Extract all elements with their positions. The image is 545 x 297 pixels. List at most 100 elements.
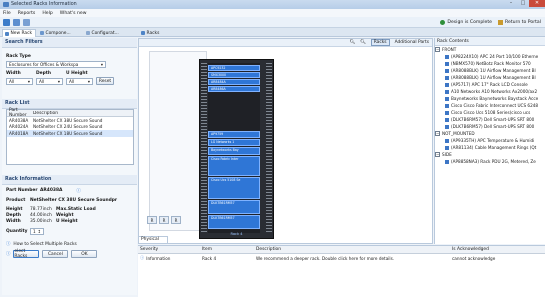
quantity-stepper[interactable]: 1 ↕ bbox=[30, 228, 44, 235]
rack-type-select[interactable]: Enclosures for Offices & Workspa ▾ bbox=[6, 61, 106, 68]
additional-parts-button[interactable]: Additional Parts bbox=[395, 40, 429, 45]
zoom-out-icon[interactable]: 🔍︎ bbox=[350, 40, 356, 45]
return-to-portal-button[interactable]: Return to Portal bbox=[498, 20, 541, 25]
app-window: Selected Racks Information – □ ✕ File Re… bbox=[0, 0, 545, 297]
zoom-in-icon[interactable]: 🔍︎ bbox=[360, 40, 366, 45]
depth-label: Depth bbox=[36, 71, 51, 76]
gear-icon bbox=[86, 31, 90, 35]
col-part-number[interactable]: Part Number bbox=[7, 108, 33, 118]
menu-whats-new[interactable]: What's new bbox=[60, 11, 87, 16]
tree-item[interactable]: (NBMX570) NetBotz Rack Monitor 570 bbox=[435, 60, 545, 67]
tab-racks[interactable]: Racks bbox=[139, 29, 167, 37]
device-icon bbox=[445, 145, 449, 150]
table-row[interactable]: AR4038A NetShelter CX 38U Secure Sound bbox=[7, 117, 133, 124]
device-icon bbox=[445, 54, 449, 59]
col-description[interactable]: Description bbox=[256, 247, 452, 252]
col-acknowledged[interactable]: Is Acknowledged bbox=[452, 247, 545, 252]
rack-thumb-button[interactable]: R bbox=[159, 216, 169, 224]
racks-icon bbox=[141, 31, 145, 35]
col-item[interactable]: Item bbox=[202, 247, 256, 252]
depth-select[interactable]: All ▾ bbox=[36, 77, 63, 85]
tree-item[interactable]: (AP8224X10) APC 24 Port 10/100 Etherne bbox=[435, 53, 545, 60]
reset-button[interactable]: Reset bbox=[96, 77, 114, 85]
close-icon[interactable]: ✕ bbox=[529, 0, 545, 7]
save-icon[interactable] bbox=[13, 18, 20, 26]
menu-bar: File Reports Help What's new bbox=[0, 9, 545, 17]
rack-slot[interactable]: Cisco Ucs 5108 Se bbox=[208, 177, 260, 199]
refresh-icon[interactable] bbox=[3, 18, 10, 26]
rack-contents-panel: Rack Contents − FRONT (AP8224X10) APC 24… bbox=[434, 38, 545, 244]
collapse-icon[interactable]: − bbox=[435, 152, 440, 157]
rack-thumb-button[interactable]: R bbox=[147, 216, 157, 224]
tab-components[interactable]: Compone... bbox=[38, 29, 82, 37]
spinner-icon: ↕ bbox=[37, 229, 41, 234]
maximize-icon[interactable]: □ bbox=[517, 0, 529, 7]
width-label: Width bbox=[6, 71, 21, 76]
rack-slot[interactable]: Baynetworks Bay bbox=[208, 147, 260, 155]
info-icon[interactable]: ⓘ bbox=[76, 188, 80, 194]
racks-view-button[interactable]: Racks bbox=[370, 39, 390, 46]
tree-group-front[interactable]: − FRONT bbox=[435, 46, 545, 53]
select-racks-button[interactable]: elect Racks bbox=[13, 249, 40, 259]
device-icon bbox=[445, 117, 449, 122]
tab-new-rack[interactable]: New Rack bbox=[2, 29, 36, 37]
ok-button[interactable]: OK bbox=[71, 250, 98, 258]
tree-item[interactable]: Baynetworks Baynetworks Baystack Acce bbox=[435, 95, 545, 102]
tree-item[interactable]: (DLK7B6RM57) Dell Smart-UPS SRT 800 bbox=[435, 123, 545, 130]
tree-item[interactable]: (AP8858NA3) Rack PDU 2G, Metered, Ze bbox=[435, 158, 545, 165]
menu-reports[interactable]: Reports bbox=[18, 11, 36, 16]
table-row[interactable]: AR4024A NetShelter CX 24U Secure Sound bbox=[7, 124, 133, 131]
rack-slot[interactable]: DLK7B61RM57 bbox=[208, 200, 260, 214]
tab-physical[interactable]: Physical bbox=[138, 236, 168, 244]
device-icon bbox=[445, 110, 449, 115]
tree-item[interactable]: (AP9335TH) APC Temperature & Humidi bbox=[435, 137, 545, 144]
rack-slot[interactable]: AR8484A bbox=[208, 79, 260, 85]
help-link[interactable]: ⓘ How to Select Multiple Racks bbox=[6, 241, 133, 248]
col-severity[interactable]: Severity bbox=[138, 247, 202, 252]
chevron-down-icon: ▾ bbox=[57, 78, 60, 84]
rack-slot[interactable]: LG Networks 1 bbox=[208, 139, 260, 146]
tree-item[interactable]: Cisco Cisco Ucs 5108 Series(cisco ucs bbox=[435, 109, 545, 116]
app-icon bbox=[3, 2, 9, 7]
collapse-icon[interactable]: − bbox=[435, 131, 440, 136]
rack-slot[interactable]: SMX3000 bbox=[208, 72, 260, 78]
tree-item[interactable]: (AP5717) APC 17" Rack LCD Console bbox=[435, 81, 545, 88]
tree-group-not-mounted[interactable]: − NOT_MOUNTED bbox=[435, 130, 545, 137]
width-select[interactable]: All ▾ bbox=[6, 77, 33, 85]
tab-configuration[interactable]: Configurat... bbox=[84, 29, 134, 37]
rack-thumb-button[interactable]: R bbox=[171, 216, 181, 224]
table-row[interactable]: AR4018A NetShelter CX 18U Secure Sound bbox=[7, 130, 133, 137]
rack-interior: APC9232 SMX3000 AR8484A AR8486A AP9759 L… bbox=[208, 63, 260, 233]
tree-item[interactable]: A10 Networks A10 Networks Ax2000/ax2 bbox=[435, 88, 545, 95]
height-select[interactable]: All ▾ bbox=[66, 77, 93, 85]
rack-slot[interactable]: Cisco Fabric Inter bbox=[208, 156, 260, 176]
left-panel: Search Filters Rack Type Enclosures for … bbox=[2, 38, 137, 295]
design-status[interactable]: Design is Complete bbox=[440, 20, 492, 25]
cancel-button[interactable]: Cancel bbox=[42, 250, 69, 258]
col-description[interactable]: Description bbox=[33, 111, 133, 116]
chevron-down-icon: ▾ bbox=[87, 78, 90, 84]
device-icon bbox=[445, 124, 449, 129]
messages-panel: Severity Item Description Is Acknowledge… bbox=[138, 245, 545, 297]
menu-file[interactable]: File bbox=[3, 11, 11, 16]
rack-4[interactable]: APC9232 SMX3000 AR8484A AR8486A AP9759 L… bbox=[199, 59, 274, 239]
export-icon[interactable] bbox=[23, 18, 30, 26]
rack-slot[interactable]: DLK7B61RM57 bbox=[208, 215, 260, 229]
window-title: Selected Racks Information bbox=[11, 2, 77, 7]
rack-slot[interactable]: AP9759 bbox=[208, 131, 260, 138]
minimize-icon[interactable]: – bbox=[505, 0, 517, 7]
tree-item[interactable]: (AR8088BLK) 1U Airflow Management Bl bbox=[435, 67, 545, 74]
tree-group-side[interactable]: − SIDE bbox=[435, 151, 545, 158]
tree-item[interactable]: Cisco Cisco Fabric Interconnect UCS 6248 bbox=[435, 102, 545, 109]
canvas-toolbar: 🔍︎ 🔍︎ Racks Additional Parts bbox=[139, 39, 432, 47]
rack-contents-title: Rack Contents bbox=[435, 38, 545, 46]
menu-help[interactable]: Help bbox=[42, 11, 52, 16]
rack-list-table: Part Number Description AR4038A NetShelt… bbox=[6, 108, 134, 165]
rack-slot[interactable]: AR8486A bbox=[208, 86, 260, 92]
tree-item[interactable]: (AR8088BLK) 1U Airflow Management Bl bbox=[435, 74, 545, 81]
tree-item[interactable]: (DLK7B6RM57) Dell Smart-UPS SRT 800 bbox=[435, 116, 545, 123]
rack-slot[interactable]: APC9232 bbox=[208, 65, 260, 71]
collapse-icon[interactable]: − bbox=[435, 47, 440, 52]
tree-item[interactable]: (AR81134) Cable Management Rings (Qt bbox=[435, 144, 545, 151]
table-row[interactable]: ⓘ Information Rack 4 We recommend a deep… bbox=[138, 254, 545, 262]
